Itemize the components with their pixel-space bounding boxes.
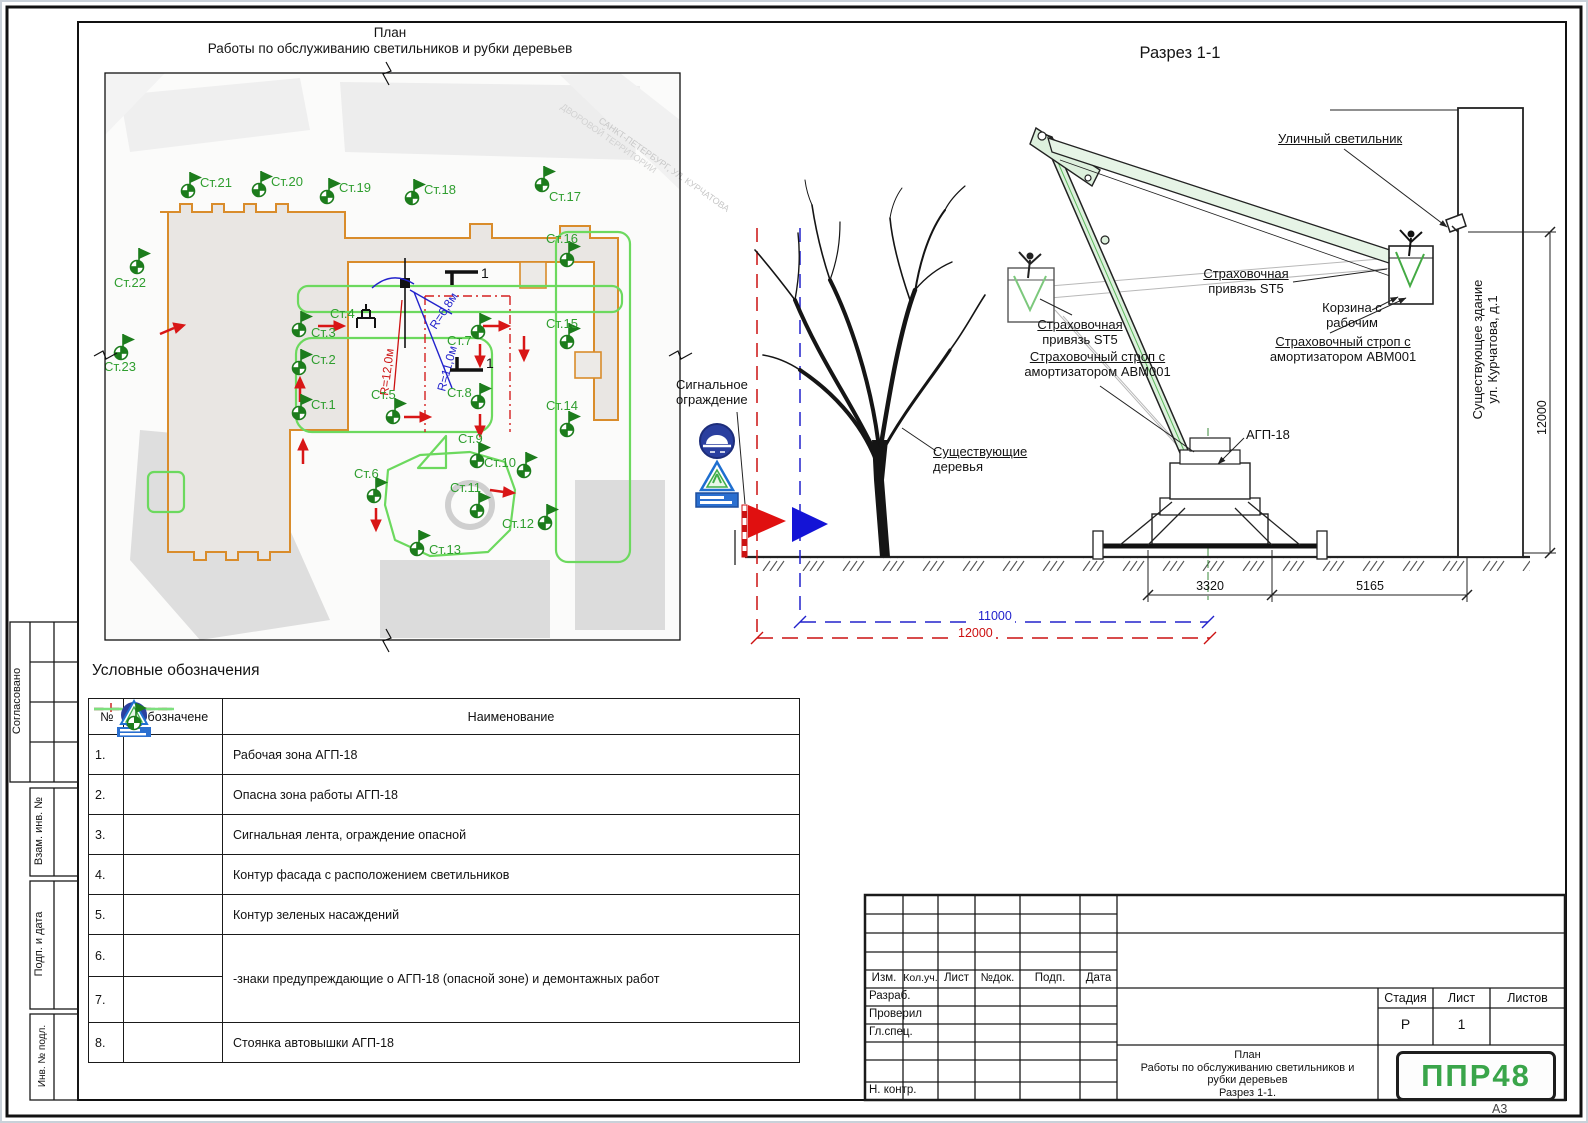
existing-tree [755, 180, 985, 557]
section-title: Разрез 1-1 [1095, 46, 1265, 61]
plan-title: План [240, 25, 540, 40]
svg-text:Ст.13: Ст.13 [429, 542, 461, 557]
legend-row: 5. Контур зеленых насаждений [89, 895, 800, 935]
trees-label: Существующиедеревья [933, 444, 1027, 474]
legend-row: 3. Сигнальная лента, ограждение опасной [89, 815, 800, 855]
svg-text:Ст.16: Ст.16 [546, 231, 578, 246]
crane-model-label: АГП-18 [1246, 427, 1290, 442]
drawing-sheet: САНКТ-ПЕТЕРБУРГ, УЛ. КУРЧАТОВА ДВОРОВОЙ … [0, 0, 1588, 1123]
margin-vzam-label: Взам. инв. № [33, 788, 45, 874]
svg-text:Ст.6: Ст.6 [354, 466, 379, 481]
svg-text:Ст.1: Ст.1 [311, 397, 336, 412]
svg-text:Ст.7: Ст.7 [447, 333, 472, 348]
signal-fence-label: Сигнальноеограждение [676, 377, 748, 407]
work-basket-right [1389, 230, 1433, 304]
tb-col-podp: Подп. [1020, 972, 1080, 984]
svg-text:Ст.14: Ст.14 [546, 398, 578, 413]
tb-sheet-value: 1 [1433, 1016, 1490, 1032]
plan-map: САНКТ-ПЕТЕРБУРГ, УЛ. КУРЧАТОВА ДВОРОВОЙ … [94, 62, 731, 652]
legend-table: № Обозначене Наименование 1. Рабочая зон… [88, 698, 800, 1063]
safety-signs [690, 420, 760, 520]
svg-text:Ст.19: Ст.19 [339, 180, 371, 195]
dim-3320: 3320 [1196, 579, 1224, 593]
work-basket-left [1008, 252, 1054, 322]
svg-text:Ст.23: Ст.23 [104, 359, 136, 374]
station-marker: Ст.4 [330, 306, 355, 321]
plan-subtitle: Работы по обслуживанию светильников и ру… [205, 41, 575, 56]
warning-triangle-icon [701, 462, 733, 490]
station-marker-symbol [89, 699, 179, 733]
svg-text:Ст.8: Ст.8 [447, 385, 472, 400]
legend-row: 8. Стоянка автовышки АГП-18 [89, 1023, 800, 1063]
svg-text:Ст.10: Ст.10 [484, 455, 516, 470]
cut-number-top: 1 [481, 265, 489, 281]
cut-number-bottom: 1 [486, 355, 494, 371]
svg-text:Ст.15: Ст.15 [546, 316, 578, 331]
legend-row: 4. Контур фасада с расположением светиль… [89, 855, 800, 895]
legend-header-row: № Обозначене Наименование [89, 699, 800, 735]
svg-text:Ст.20: Ст.20 [271, 174, 303, 189]
svg-text:Ст.11: Ст.11 [450, 480, 481, 495]
tb-col-data: Дата [1080, 972, 1117, 984]
svg-text:Ст.9: Ст.9 [458, 431, 483, 446]
svg-text:Ст.17: Ст.17 [549, 189, 581, 204]
tb-doc-name: План Работы по обслуживанию светильников… [1120, 1049, 1375, 1099]
blue-flag [792, 507, 828, 542]
svg-text:Ст.21: Ст.21 [200, 175, 232, 190]
info-plate-icon [696, 493, 738, 507]
tb-stage-value: Р [1378, 1016, 1433, 1032]
legend-row: 1. Рабочая зона АГП-18 [89, 735, 800, 775]
format-label: А3 [1492, 1102, 1507, 1116]
dim-11000: 11000 [975, 609, 1015, 623]
strop-label-left: Страховочный строп самортизатором АВМ001 [1005, 349, 1190, 379]
dim-5165: 5165 [1356, 579, 1384, 593]
tb-sheets-label: Листов [1490, 991, 1565, 1005]
strop-label-right: Страховочный строп самортизатором АВМ001 [1258, 334, 1428, 364]
tb-nkontr: Н. контр. [869, 1084, 916, 1096]
margin-inv-label: Инв. № подл. [35, 1014, 50, 1098]
legend-row: 2. Опасна зона работы АГП-18 [89, 775, 800, 815]
building-label: Существующее зданиеул. Курчатова, д.1 [1470, 237, 1500, 462]
tb-stage-label: Стадия [1378, 991, 1433, 1005]
basket-label: Корзина срабочим [1314, 300, 1390, 330]
svg-text:Ст.4: Ст.4 [330, 306, 355, 321]
harness-label-center: Страховочнаяпривязь ST5 [1196, 266, 1296, 296]
harness-label-left: Страховочнаяпривязь ST5 [1030, 317, 1130, 347]
tb-col-koluch: Кол.уч. [903, 972, 938, 984]
margin-podp-label: Подп. и дата [33, 881, 45, 1007]
street-lamp-label: Уличный светильник [1278, 131, 1402, 146]
tb-proveril: Проверил [869, 1008, 922, 1020]
legend-title: Условные обозначения [92, 663, 259, 678]
hardhat-sign-icon [700, 424, 734, 458]
dim-12000-vertical: 12000 [1535, 400, 1549, 435]
svg-text:Ст.12: Ст.12 [502, 516, 534, 531]
svg-text:Ст.18: Ст.18 [424, 182, 456, 197]
tb-glspec: Гл.спец. [869, 1026, 913, 1038]
svg-text:Ст.22: Ст.22 [114, 275, 146, 290]
tb-sheet-label: Лист [1433, 991, 1490, 1005]
margin-approved-label: Согласовано [11, 622, 23, 780]
svg-text:Ст.2: Ст.2 [311, 352, 336, 367]
tb-col-list: Лист [938, 972, 975, 984]
legend-row: 6. -знаки предупреждающие о АГП-18 (опас… [89, 935, 800, 977]
tb-col-ndok: №док. [975, 972, 1020, 984]
ground-hatch [748, 558, 1530, 571]
tb-col-izm: Изм. [867, 972, 901, 984]
svg-text:Ст.5: Ст.5 [371, 387, 396, 402]
svg-text:Ст.3: Ст.3 [311, 325, 336, 340]
dim-12000-horizontal: 12000 [955, 626, 996, 640]
tb-razrab: Разраб. [869, 990, 910, 1002]
ppr48-logo: ППР48 [1396, 1051, 1556, 1101]
